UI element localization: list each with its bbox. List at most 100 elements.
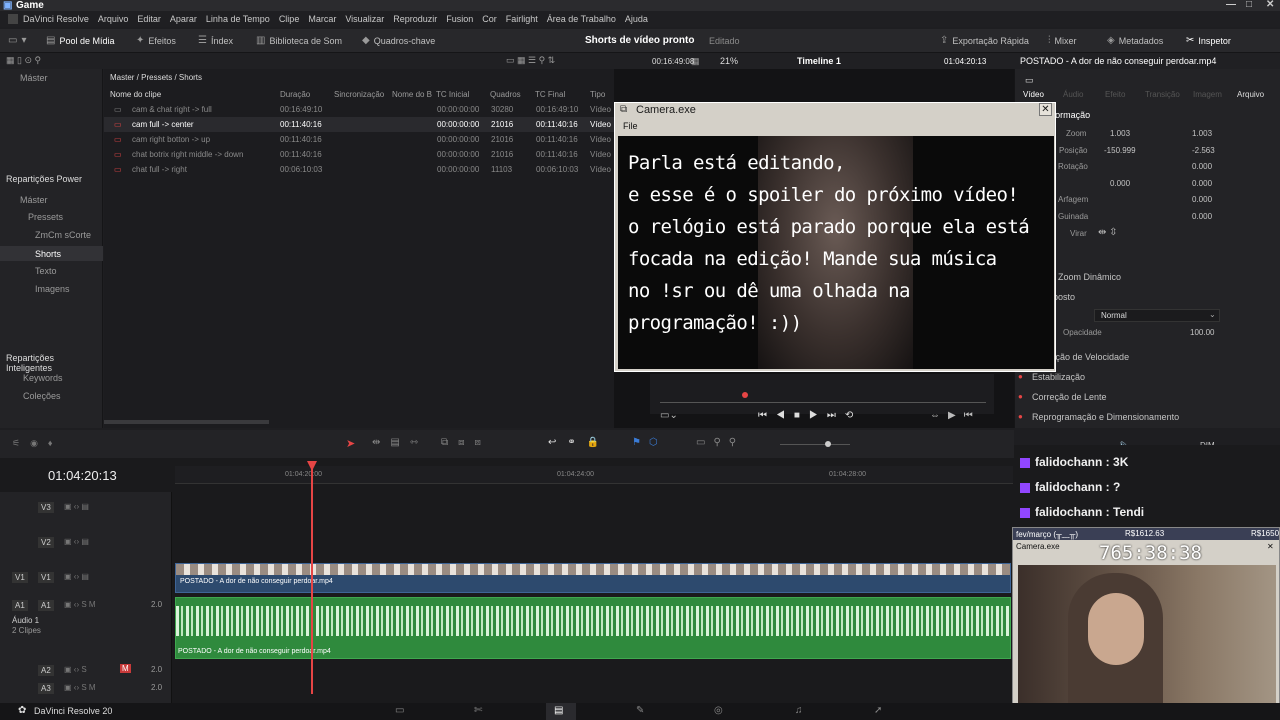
tab-effect[interactable]: Efeito: [1105, 90, 1125, 99]
track-v1-controls-icon[interactable]: ▣ ‹› ▤: [64, 572, 89, 581]
playhead[interactable]: [311, 462, 313, 694]
menu-area-de-trabalho[interactable]: Área de Trabalho: [547, 14, 616, 24]
menu-linha-de-tempo[interactable]: Linha de Tempo: [206, 14, 270, 24]
track-a3[interactable]: A3: [38, 683, 54, 694]
table-row[interactable]: ▭ cam full -> center 00:11:40:16 00:00:0…: [104, 117, 614, 132]
track-a1[interactable]: A1: [38, 600, 54, 611]
col-header-bname[interactable]: Nome do B: [392, 90, 432, 99]
retime-section[interactable]: Reprogramação e Dimensionamento: [1032, 412, 1179, 422]
menu-marcar[interactable]: Marcar: [308, 14, 336, 24]
track-v2-controls-icon[interactable]: ▣ ‹› ▤: [64, 537, 89, 546]
video-clip[interactable]: POSTADO - A dor de não conseguir perdoar…: [175, 563, 1011, 593]
zoom-x-field[interactable]: 1.003: [1110, 129, 1130, 138]
timeline-zoom-handle[interactable]: [825, 441, 831, 447]
menu-visualizar[interactable]: Visualizar: [345, 14, 384, 24]
timeline-name[interactable]: Timeline 1: [797, 56, 841, 66]
anchor-x-field[interactable]: 0.000: [1110, 179, 1130, 188]
effects-button[interactable]: ✦ Efeitos: [136, 35, 176, 46]
composite-mode-select[interactable]: Normal ⌄: [1094, 309, 1220, 322]
page-color-icon[interactable]: ◎: [714, 705, 723, 716]
track-a3-controls-icon[interactable]: ▣ ‹› S M: [64, 683, 96, 692]
opacity-field[interactable]: 100.00: [1190, 328, 1214, 337]
table-row[interactable]: ▭ chat botrix right middle -> down 00:11…: [104, 147, 614, 162]
index-button[interactable]: ☰ Índex: [198, 35, 233, 46]
col-header-duration[interactable]: Duração: [280, 90, 310, 99]
track-v1[interactable]: V1: [38, 572, 54, 583]
transport-controls[interactable]: ⏮◀■▶⏭⟲: [758, 410, 862, 421]
flag-marker-icons[interactable]: ⚑⬡: [632, 437, 666, 448]
track-a1-controls-icon[interactable]: ▣ ‹› S M: [64, 600, 96, 609]
menu-arquivo[interactable]: Arquivo: [98, 14, 129, 24]
horizontal-scrollbar[interactable]: [104, 420, 269, 424]
zoom-icons[interactable]: ▭⚲⚲: [696, 437, 744, 448]
page-edit-icon[interactable]: ▤: [554, 705, 563, 716]
menu-ajuda[interactable]: Ajuda: [625, 14, 648, 24]
track-v1-source[interactable]: V1: [12, 572, 28, 583]
tab-transition[interactable]: Transição: [1145, 90, 1180, 99]
bin-item-imagens[interactable]: Imagens: [35, 284, 70, 294]
zoom-y-field[interactable]: 1.003: [1192, 129, 1212, 138]
timeline-view-icons[interactable]: ⚟◉♦: [12, 438, 63, 449]
table-row[interactable]: ▭ cam right botton -> up 00:11:40:16 00:…: [104, 132, 614, 147]
timeline-zoom-slider[interactable]: [780, 444, 850, 445]
col-header-name[interactable]: Nome do clipe: [110, 90, 161, 99]
view-mode-icons[interactable]: ▭ ▦ ☰ ⚲ ⇅: [506, 55, 555, 66]
menu-editar[interactable]: Editar: [137, 14, 161, 24]
yaw-field[interactable]: 0.000: [1192, 212, 1212, 221]
stabilization-section[interactable]: Estabilização: [1032, 372, 1085, 382]
col-header-sync[interactable]: Sincronização: [334, 90, 384, 99]
menu-reproduzir[interactable]: Reproduzir: [393, 14, 437, 24]
quick-export-button[interactable]: ⇪ Exportação Rápida: [940, 35, 1029, 46]
pitch-field[interactable]: 0.000: [1192, 195, 1212, 204]
tab-file[interactable]: Arquivo: [1237, 90, 1264, 99]
menu-fairlight[interactable]: Fairlight: [506, 14, 538, 24]
close-icon[interactable]: ✕: [1266, 0, 1274, 10]
col-header-tc-in[interactable]: TC Inicial: [436, 90, 469, 99]
bin-item-pressets[interactable]: Pressets: [28, 212, 63, 222]
viewer-options-icon[interactable]: ▭⌄: [660, 410, 678, 421]
media-pool-button[interactable]: ▤ Pool de Mídia: [46, 35, 115, 46]
smart-bin-colecoes[interactable]: Coleções: [23, 391, 61, 401]
track-v2[interactable]: V2: [38, 537, 54, 548]
selection-tool-icon[interactable]: ➤: [346, 437, 355, 450]
camera-window-titlebar[interactable]: ⧉ Camera.exe ✕: [616, 103, 1054, 118]
viewer-zoom[interactable]: 21%: [720, 56, 738, 66]
keyframes-button[interactable]: ◆ Quadros-chave: [362, 35, 435, 46]
close-icon[interactable]: ✕: [1039, 103, 1052, 116]
page-fusion-icon[interactable]: ✎: [636, 705, 644, 716]
col-header-tc-out[interactable]: TC Final: [535, 90, 565, 99]
col-header-frames[interactable]: Quadros: [490, 90, 521, 99]
mixer-button[interactable]: ⫶ Mixer: [1048, 35, 1077, 46]
track-a2[interactable]: A2: [38, 665, 54, 676]
track-a1-source[interactable]: A1: [12, 600, 28, 611]
transport-extra-icons[interactable]: ⇔▶⏮: [930, 410, 981, 421]
tab-image[interactable]: Imagem: [1193, 90, 1222, 99]
menu-aparar[interactable]: Aparar: [170, 14, 197, 24]
track-v3-controls-icon[interactable]: ▣ ‹› ▤: [64, 502, 89, 511]
snap-link-lock-icons[interactable]: ↩⚭🔒: [548, 437, 610, 448]
bin-item-zmcm[interactable]: ZmCm sCorte: [35, 230, 91, 240]
bin-master-header[interactable]: Máster: [20, 73, 48, 83]
metadata-button[interactable]: ◈ Metadados: [1107, 35, 1163, 46]
anchor-y-field[interactable]: 0.000: [1192, 179, 1212, 188]
tab-video[interactable]: Vídeo: [1023, 90, 1044, 99]
scrubber-track[interactable]: [660, 402, 986, 403]
lens-correction-section[interactable]: Correção de Lente: [1032, 392, 1107, 402]
menu-cor[interactable]: Cor: [482, 14, 497, 24]
page-fairlight-icon[interactable]: ♫: [795, 705, 803, 716]
bin-item-shorts[interactable]: Shorts: [35, 249, 61, 259]
edit-tools-icons[interactable]: ⇹▤⇿ ⧉⧈⧇: [372, 437, 491, 448]
dynamic-zoom-section[interactable]: Zoom Dinâmico: [1058, 272, 1121, 282]
tab-audio[interactable]: Áudio: [1063, 90, 1083, 99]
table-row[interactable]: ▭ chat full -> right 00:06:10:03 00:00:0…: [104, 162, 614, 177]
minimize-icon[interactable]: —: [1226, 0, 1236, 10]
menu-fusion[interactable]: Fusion: [446, 14, 473, 24]
audio-clip[interactable]: POSTADO - A dor de não conseguir perdoar…: [175, 597, 1011, 659]
inspector-button[interactable]: ✂ Inspetor: [1186, 35, 1231, 46]
breadcrumb[interactable]: Master / Pressets / Shorts: [110, 73, 202, 82]
maximize-icon[interactable]: □: [1246, 0, 1252, 10]
page-cut-icon[interactable]: ✄: [474, 705, 482, 716]
rotation-field[interactable]: 0.000: [1192, 162, 1212, 171]
flip-icons[interactable]: ⇹ ⇳: [1098, 227, 1118, 238]
col-header-type[interactable]: Tipo: [590, 90, 605, 99]
